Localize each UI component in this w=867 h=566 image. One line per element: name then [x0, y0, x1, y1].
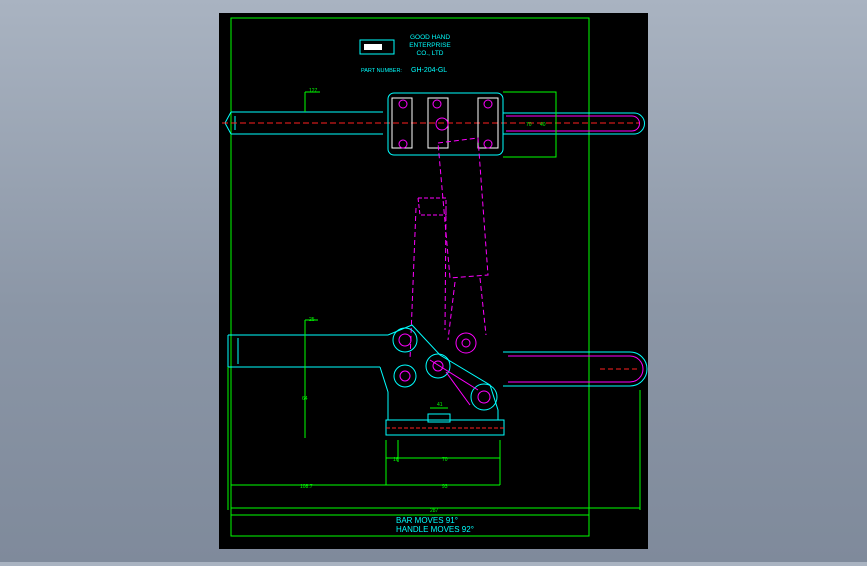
part-number-value: GH-204-GL — [411, 67, 447, 74]
dim-base-span: 70 — [442, 457, 448, 463]
dim-lower-left: 108.7 — [300, 484, 313, 490]
company-logo-mark — [364, 44, 382, 50]
dim-top-right: 40 — [540, 122, 546, 128]
dim-small: 41 — [437, 402, 443, 408]
dim-overall: 287 — [430, 508, 439, 514]
drawing-canvas[interactable]: GOOD HAND ENTERPRISE CO., LTD PART NUMBE… — [0, 0, 867, 562]
dim-height: 64 — [302, 396, 308, 402]
dim-top-mid: 70 — [526, 122, 532, 128]
company-name-line3: CO., LTD — [417, 50, 444, 57]
dim-base-left: 16 — [393, 457, 399, 463]
note-bar-moves: BAR MOVES 91° — [396, 516, 458, 525]
dim-lower-mid: 93 — [442, 484, 448, 490]
dim-mid-left: 25 — [309, 317, 315, 323]
company-name-line1: GOOD HAND — [410, 34, 450, 41]
dim-top-left: 127 — [309, 88, 318, 94]
note-handle-moves: HANDLE MOVES 92° — [396, 525, 474, 534]
cad-viewport[interactable]: GOOD HAND ENTERPRISE CO., LTD PART NUMBE… — [0, 0, 867, 562]
part-number-label: PART NUMBER: — [361, 68, 402, 74]
company-name-line2: ENTERPRISE — [409, 42, 451, 49]
